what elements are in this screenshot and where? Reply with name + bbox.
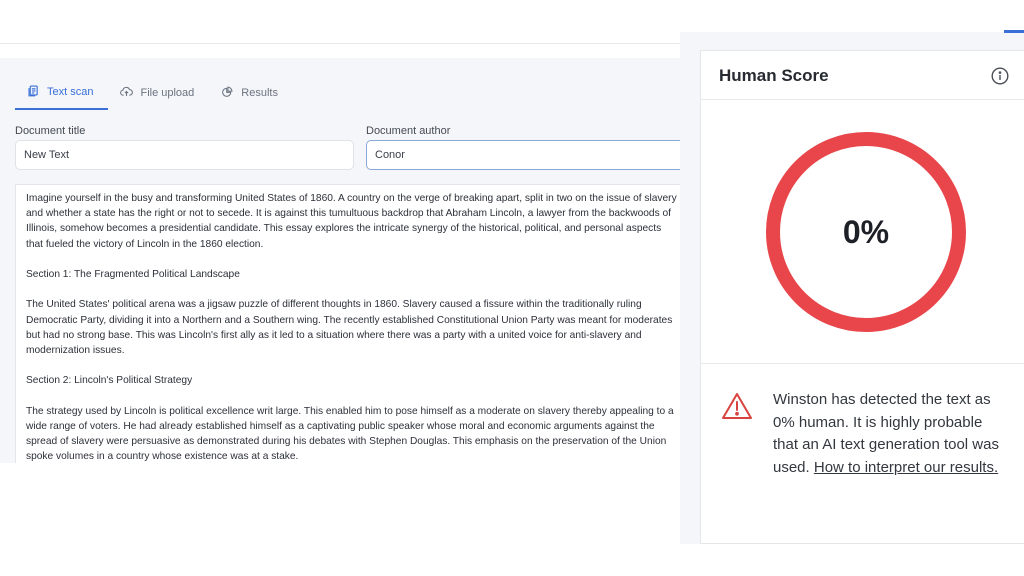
tab-label: Results	[241, 87, 278, 99]
warning-triangle-icon	[721, 391, 753, 421]
divider	[701, 363, 1024, 364]
tab-file-upload[interactable]: File upload	[108, 76, 209, 110]
section-heading: Section 2: Lincoln's Political Strategy	[26, 375, 193, 387]
tab-results[interactable]: Results	[209, 76, 293, 110]
tab-label: Text scan	[47, 86, 94, 98]
document-author-label: Document author	[366, 125, 451, 137]
document-icon	[27, 84, 40, 100]
verdict-message: Winston has detected the text as 0% huma…	[773, 389, 1009, 479]
scan-tabs: Text scan File upload Results	[15, 76, 293, 110]
text-paragraph: The United States' political arena was a…	[26, 299, 673, 356]
pie-chart-icon	[221, 85, 234, 101]
document-text-area[interactable]: Imagine yourself in the busy and transfo…	[15, 184, 680, 463]
tab-text-scan[interactable]: Text scan	[15, 76, 109, 110]
text-paragraph: Imagine yourself in the busy and transfo…	[26, 193, 677, 250]
document-title-input[interactable]	[15, 140, 354, 170]
human-score-card: Human Score 0% Winston has detected the …	[700, 50, 1024, 544]
info-icon[interactable]	[991, 67, 1009, 85]
section-heading: Section 1: The Fragmented Political Land…	[26, 269, 240, 280]
interpret-results-link[interactable]: How to interpret our results.	[814, 459, 998, 476]
document-author-input[interactable]	[366, 140, 680, 170]
text-scan-panel: Text scan File upload Results Document t…	[0, 58, 680, 463]
top-header	[0, 0, 700, 44]
score-value: 0%	[842, 213, 890, 250]
active-tab-indicator	[1004, 30, 1024, 33]
text-paragraph: The strategy used by Lincoln is politica…	[26, 405, 674, 463]
divider	[701, 99, 1024, 100]
cloud-upload-icon	[120, 85, 134, 101]
document-title-label: Document title	[15, 125, 86, 137]
card-title: Human Score	[719, 66, 829, 85]
tab-label: File upload	[140, 87, 195, 99]
